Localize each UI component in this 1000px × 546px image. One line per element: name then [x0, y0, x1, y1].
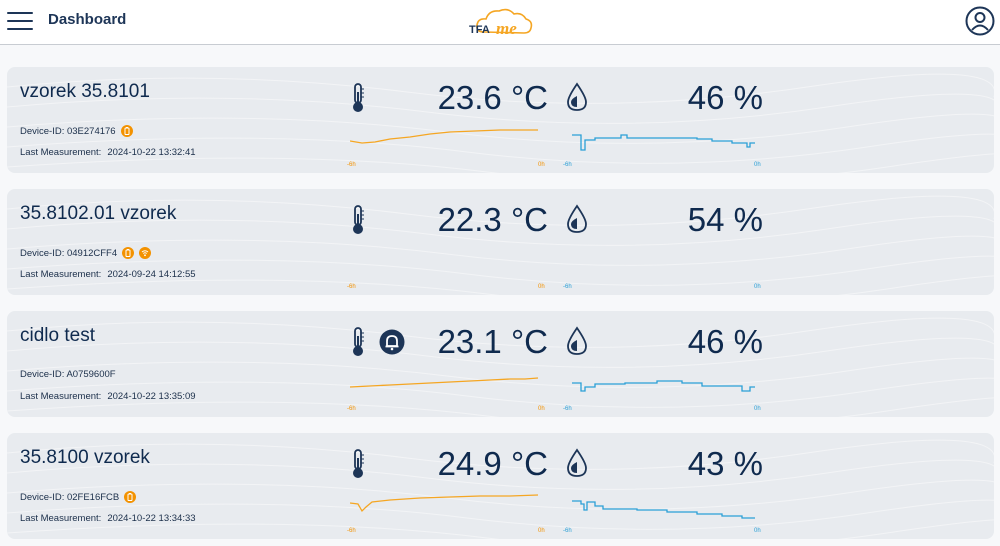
device-id: Device-ID: 04912CFF4 — [20, 247, 152, 259]
status-badges — [119, 491, 137, 503]
temperature-axis-end: 0h — [538, 162, 545, 168]
device-id-text: Device-ID: 03E274176 — [20, 125, 116, 137]
device-card-2[interactable]: 35.8102.01 vzorek Device-ID: 04912CFF4 L… — [7, 189, 994, 295]
temperature-value: 23.1 °C — [437, 323, 548, 360]
hamburger-menu-icon[interactable] — [7, 10, 33, 32]
temperature-sparkline — [350, 249, 540, 279]
last-measurement-label: Last Measurement: — [20, 147, 102, 158]
battery-icon — [124, 491, 137, 503]
temperature-axis-end: 0h — [538, 406, 545, 412]
battery-icon — [120, 125, 133, 137]
thermometer-icon — [353, 327, 364, 356]
humidity-axis-end: 0h — [754, 162, 761, 168]
device-id-text: Device-ID: 04912CFF4 — [20, 247, 118, 259]
last-measurement-value: 2024-09-24 14:12:55 — [107, 269, 196, 280]
temperature-axis-start: -6h — [347, 284, 356, 290]
humidity-value: 46 % — [687, 323, 763, 360]
alarm-bell-icon[interactable] — [379, 329, 405, 355]
device-id-text: Device-ID: A0759600F — [20, 369, 116, 380]
device-id: Device-ID: A0759600F — [20, 369, 116, 380]
temperature-sparkline — [350, 377, 539, 388]
last-measurement: Last Measurement: 2024-10-22 13:32:41 — [20, 147, 196, 158]
logo-text: TFA — [469, 24, 490, 36]
temperature-axis-end: 0h — [538, 284, 545, 290]
temperature-axis-end: 0h — [538, 528, 545, 534]
humidity-sparkline — [572, 134, 755, 151]
thermometer-icon — [353, 449, 364, 478]
temperature-axis-start: -6h — [347, 406, 356, 412]
user-area — [852, 0, 956, 44]
last-measurement: Last Measurement: 2024-10-22 13:34:33 — [20, 513, 196, 524]
signal-icon — [139, 247, 152, 259]
humidity-value: 43 % — [687, 445, 763, 482]
temperature-axis-start: -6h — [347, 162, 356, 168]
last-measurement-label: Last Measurement: — [20, 513, 102, 524]
last-measurement: Last Measurement: 2024-09-24 14:12:55 — [20, 269, 196, 280]
temperature-value: 22.3 °C — [437, 201, 548, 238]
last-measurement-value: 2024-10-22 13:35:09 — [107, 391, 196, 402]
last-measurement-label: Last Measurement: — [20, 391, 102, 402]
temperature-sparkline — [350, 494, 539, 513]
humidity-value: 46 % — [687, 79, 763, 116]
humidity-axis-end: 0h — [754, 284, 761, 290]
temperature-value: 24.9 °C — [437, 445, 548, 482]
humidity-axis-end: 0h — [754, 528, 761, 534]
humidity-drop-icon — [567, 204, 587, 233]
device-card-4[interactable]: 35.8100 vzorek Device-ID: 02FE16FCB Last… — [7, 433, 994, 539]
humidity-drop-icon — [567, 326, 587, 355]
device-id: Device-ID: 03E274176 — [20, 125, 133, 137]
device-name: cidlo test — [20, 325, 95, 346]
humidity-axis-start: -6h — [563, 162, 572, 168]
humidity-sparkline — [567, 249, 757, 279]
device-id-text: Device-ID: 02FE16FCB — [20, 491, 120, 503]
humidity-drop-icon — [567, 448, 587, 477]
thermometer-icon — [353, 205, 364, 234]
battery-icon — [122, 247, 135, 259]
humidity-sparkline — [572, 380, 755, 392]
last-measurement-value: 2024-10-22 13:34:33 — [107, 513, 196, 524]
humidity-axis-start: -6h — [563, 406, 572, 412]
status-badges — [116, 125, 133, 137]
status-badges — [117, 247, 152, 259]
humidity-axis-start: -6h — [563, 284, 572, 290]
last-measurement: Last Measurement: 2024-10-22 13:35:09 — [20, 391, 196, 402]
top-bar: Dashboard TFA me — [0, 0, 1000, 45]
temperature-sparkline — [350, 129, 538, 144]
device-name: 35.8102.01 vzorek — [20, 203, 177, 224]
logo-script: me — [496, 19, 517, 38]
page-title: Dashboard — [48, 11, 127, 28]
device-card-3[interactable]: cidlo test Device-ID: A0759600F Last Mea… — [7, 311, 994, 417]
device-name: vzorek 35.8101 — [20, 81, 150, 102]
humidity-sparkline — [572, 500, 755, 519]
last-measurement-label: Last Measurement: — [20, 269, 102, 280]
device-id: Device-ID: 02FE16FCB — [20, 491, 137, 503]
device-card-1[interactable]: vzorek 35.8101 Device-ID: 03E274176 Last… — [7, 67, 994, 173]
humidity-value: 54 % — [687, 201, 763, 238]
user-account-icon[interactable] — [965, 6, 995, 36]
humidity-axis-end: 0h — [754, 406, 761, 412]
tfa-me-logo[interactable]: TFA me — [466, 4, 536, 40]
humidity-axis-start: -6h — [563, 528, 572, 534]
temperature-axis-start: -6h — [347, 528, 356, 534]
temperature-value: 23.6 °C — [437, 79, 548, 116]
device-name: 35.8100 vzorek — [20, 447, 150, 468]
last-measurement-value: 2024-10-22 13:32:41 — [107, 147, 196, 158]
thermometer-icon — [353, 83, 364, 112]
humidity-drop-icon — [567, 82, 587, 111]
